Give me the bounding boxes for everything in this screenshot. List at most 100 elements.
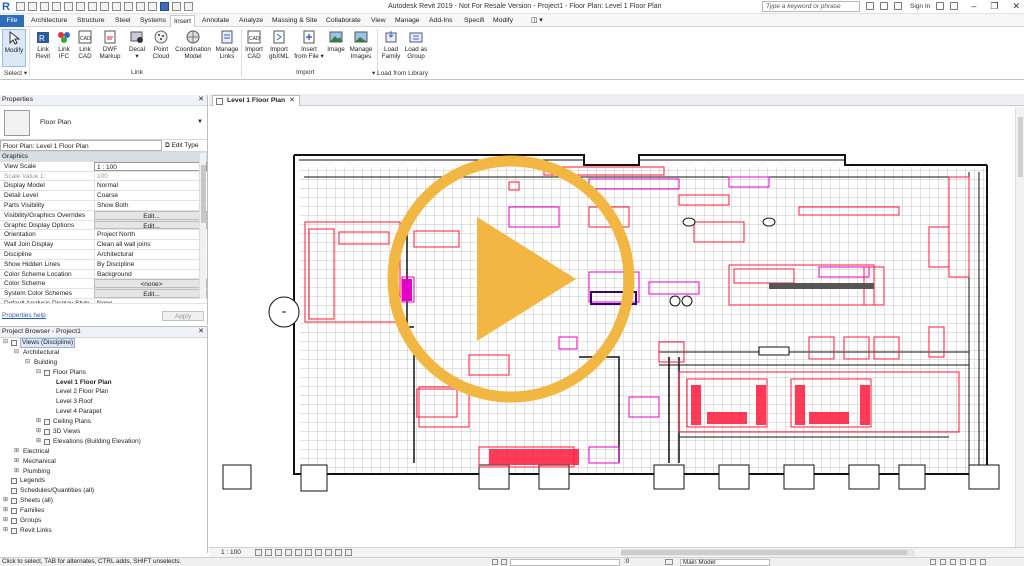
binoculars-icon[interactable] — [866, 2, 874, 10]
tab-annotate[interactable]: Annotate — [199, 15, 232, 27]
link-cad-button[interactable]: CAD Link CAD — [75, 29, 95, 60]
insert-from-file-button[interactable]: Insert from File ▾ — [294, 29, 324, 60]
browser-node[interactable]: Level 1 Floor Plan — [0, 378, 207, 388]
manage-images-button[interactable]: Manage Images — [348, 29, 374, 60]
apply-button[interactable]: Apply — [162, 311, 204, 321]
property-row-vg-overrides[interactable]: Visibility/Graphics Overrides Edit... — [0, 210, 207, 221]
cart-icon[interactable] — [936, 2, 945, 10]
scrollbar-thumb[interactable] — [201, 165, 206, 223]
browser-node[interactable]: ⊞ Mechanical — [0, 457, 207, 467]
decal-button[interactable]: Decal ▾ — [126, 29, 148, 60]
tab-level-1-floor-plan[interactable]: Level 1 Floor Plan ✕ — [212, 95, 300, 106]
manage-links-button[interactable]: Manage Links — [214, 29, 240, 60]
drawing-canvas[interactable] — [209, 107, 1015, 547]
sign-in-link[interactable]: Sign In — [910, 3, 930, 10]
drag-elements-icon[interactable] — [970, 559, 976, 565]
edit-type-button[interactable]: ⧉ Edit Type — [165, 140, 198, 151]
browser-node[interactable]: Level 2 Floor Plan — [0, 387, 207, 397]
detail-level-icon[interactable] — [255, 549, 262, 556]
close-icon[interactable]: ✕ — [198, 327, 204, 337]
expand-toggle-icon[interactable]: ⊟ — [14, 348, 19, 358]
help-icon[interactable] — [950, 2, 959, 10]
select-underlay-icon[interactable] — [940, 559, 946, 565]
browser-node[interactable]: ⊞ Ceiling Plans — [0, 417, 207, 427]
expand-toggle-icon[interactable]: ⊞ — [14, 447, 19, 457]
import-cad-button[interactable]: CAD Import CAD — [243, 29, 265, 60]
dimension-icon[interactable] — [100, 2, 109, 11]
visual-style-icon[interactable] — [265, 549, 272, 556]
expand-toggle-icon[interactable]: ⊟ — [3, 338, 8, 348]
close-hidden-icon[interactable] — [160, 2, 169, 11]
view-scale-label[interactable]: 1 : 100 — [221, 548, 241, 557]
open-icon[interactable] — [16, 2, 25, 11]
property-row-orientation[interactable]: Orientation Project North — [0, 230, 207, 241]
expand-toggle-icon[interactable]: ⊞ — [3, 496, 8, 506]
sync-icon[interactable] — [40, 2, 49, 11]
tab-analyze[interactable]: Analyze — [236, 15, 266, 27]
type-selector[interactable]: Floor Plan ▼ — [0, 106, 207, 140]
property-row-discipline[interactable]: Discipline Architectural — [0, 249, 207, 260]
chevron-down-icon[interactable]: ▼ — [197, 119, 203, 125]
tab-modify[interactable]: Modify — [490, 15, 516, 27]
expand-toggle-icon[interactable]: ⊞ — [36, 437, 41, 447]
tab-massing-site[interactable]: Massing & Site — [269, 15, 320, 27]
browser-node[interactable]: ⊞ Elevations (Building Elevation) — [0, 437, 207, 447]
point-cloud-button[interactable]: Point Cloud — [150, 29, 172, 60]
measure-icon[interactable] — [88, 2, 97, 11]
link-ifc-button[interactable]: Link IFC — [54, 29, 74, 60]
link-revit-button[interactable]: R Link Revit — [32, 29, 54, 60]
tab-structure[interactable]: Structure — [74, 15, 108, 27]
worksharing-icon[interactable] — [492, 559, 498, 565]
browser-node[interactable]: Legends — [0, 476, 207, 486]
expand-toggle-icon[interactable]: ⊞ — [36, 417, 41, 427]
select-pinned-icon[interactable] — [950, 559, 956, 565]
browser-node[interactable]: ⊞ Families — [0, 506, 207, 516]
browser-node[interactable]: ⊞ Sheets (all) — [0, 496, 207, 506]
instance-filter-select[interactable]: Floor Plan: Level 1 Floor Plan — [0, 140, 162, 151]
temporary-hide-icon[interactable] — [315, 549, 322, 556]
tab-insert[interactable]: Insert — [170, 15, 195, 27]
subscription-icon[interactable] — [880, 2, 888, 10]
save-icon[interactable] — [28, 2, 37, 11]
browser-node[interactable]: Schedules/Quantities (all) — [0, 486, 207, 496]
property-row-system-color-schemes[interactable]: System Color Schemes Edit... — [0, 289, 207, 299]
tab-architecture[interactable]: Architecture — [28, 15, 70, 27]
expand-toggle-icon[interactable]: ⊟ — [36, 368, 41, 378]
expand-toggle-icon[interactable]: ⊟ — [25, 358, 30, 368]
select-dropdown[interactable]: Select ▾ — [4, 69, 27, 77]
tab-steel[interactable]: Steel — [112, 15, 134, 27]
undo-icon[interactable] — [52, 2, 61, 11]
switch-windows-icon[interactable] — [172, 2, 181, 11]
redo-icon[interactable] — [64, 2, 73, 11]
design-options-icon[interactable] — [501, 559, 507, 565]
browser-node[interactable]: ⊞ 3D Views — [0, 427, 207, 437]
property-row-analysis-style[interactable]: Default Analysis Display StyleNone — [0, 298, 207, 304]
search-input[interactable]: Type a keyword or phrase — [762, 1, 860, 12]
coordination-model-button[interactable]: Coordination Model — [173, 29, 213, 60]
expand-toggle-icon[interactable]: ⊞ — [14, 457, 19, 467]
canvas-horizontal-scrollbar[interactable] — [621, 549, 915, 556]
minimize-icon[interactable]: – — [971, 1, 976, 12]
expand-toggle-icon[interactable]: ⊞ — [3, 516, 8, 526]
expand-toggle-icon[interactable]: ⊞ — [3, 506, 8, 516]
text-icon[interactable] — [112, 2, 121, 11]
browser-node[interactable]: ⊞ Plumbing — [0, 467, 207, 477]
user-icon[interactable] — [894, 2, 902, 10]
crop-view-icon[interactable] — [295, 549, 302, 556]
property-row-graphic-display[interactable]: Graphic Display Options Edit... — [0, 220, 207, 231]
section-icon[interactable] — [136, 2, 145, 11]
analytical-model-icon[interactable] — [335, 549, 342, 556]
expand-toggle-icon[interactable]: ⊞ — [36, 427, 41, 437]
modify-button[interactable]: Modify — [2, 29, 26, 67]
filter-icon[interactable] — [665, 559, 673, 565]
maximize-icon[interactable]: ❐ — [990, 1, 998, 12]
property-row-display-model[interactable]: Display Model Normal — [0, 181, 207, 192]
sun-path-icon[interactable] — [275, 549, 282, 556]
customize-qat-icon[interactable] — [184, 2, 193, 11]
thin-lines-icon[interactable] — [148, 2, 157, 11]
expand-toggle-icon[interactable]: ⊞ — [14, 467, 19, 477]
vg-edit-button[interactable]: Edit... — [94, 210, 207, 220]
revit-logo[interactable]: R — [2, 1, 13, 13]
select-links-icon[interactable] — [930, 559, 936, 565]
tab-view[interactable]: View — [368, 15, 389, 27]
